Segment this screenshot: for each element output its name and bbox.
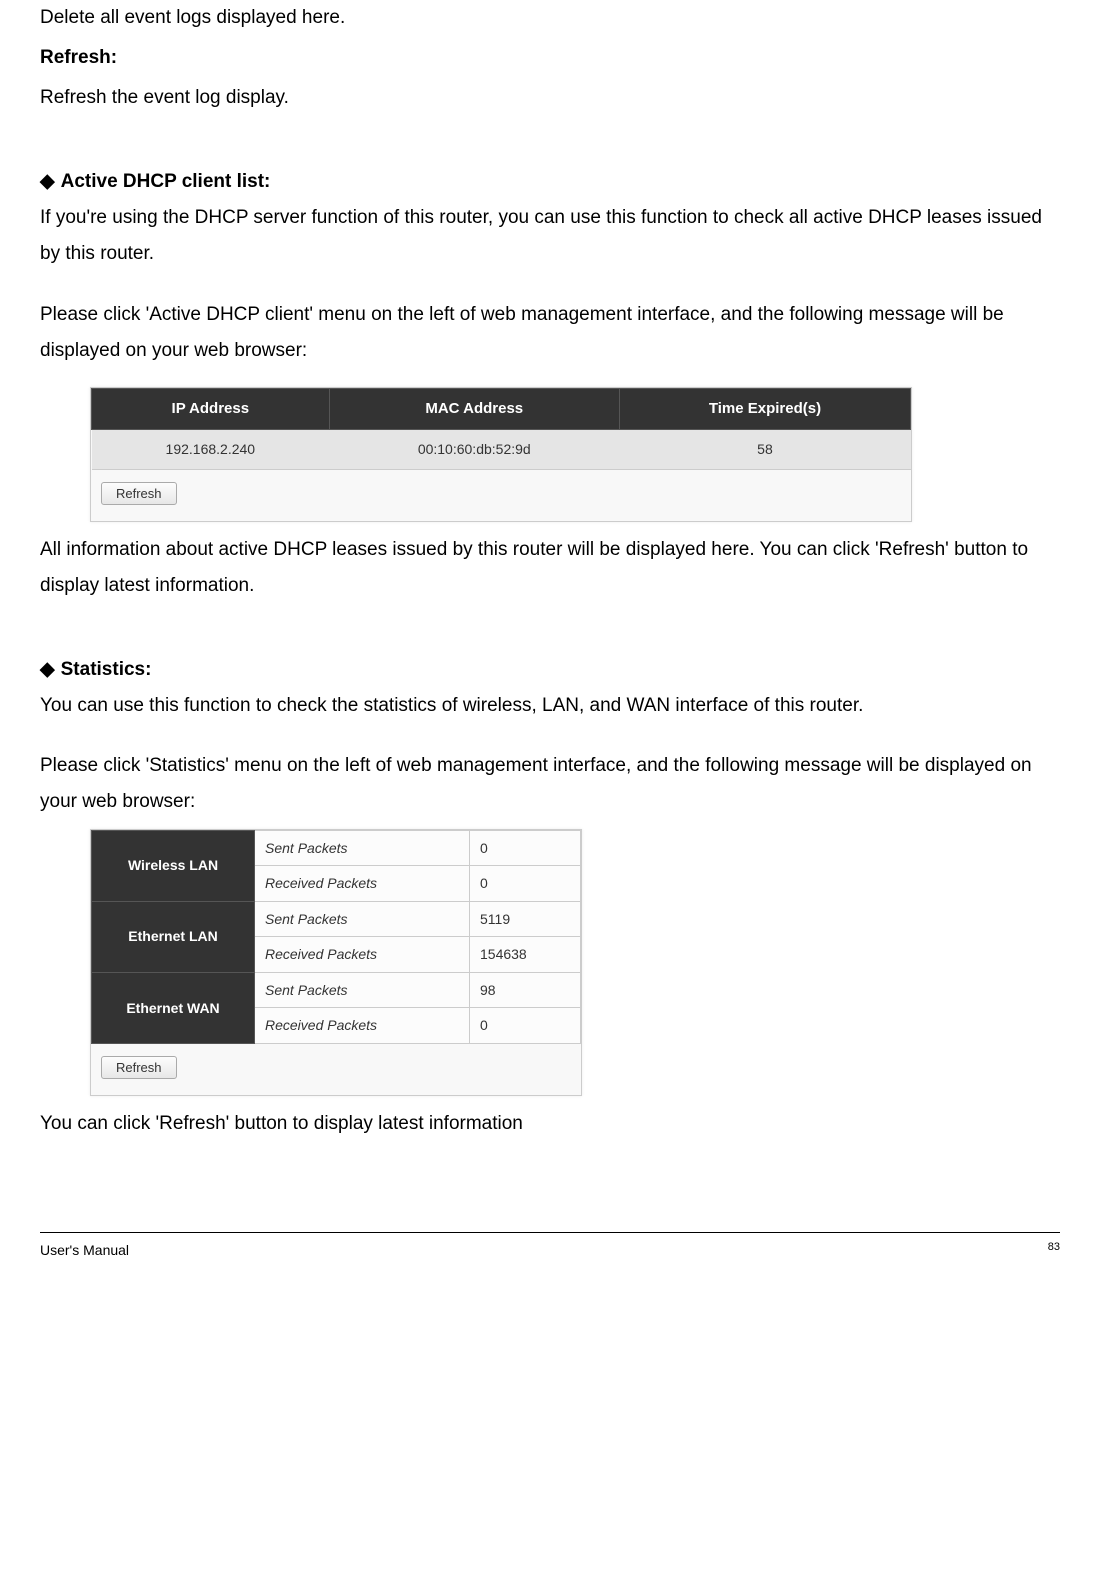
stats-row-elan-sent: Ethernet LAN Sent Packets 5119 bbox=[92, 901, 581, 937]
stats-metric-recv: Received Packets bbox=[255, 1008, 470, 1044]
footer-page-number: 83 bbox=[1048, 1237, 1060, 1264]
dhcp-table-header-row: IP Address MAC Address Time Expired(s) bbox=[92, 388, 911, 430]
stats-metric-recv: Received Packets bbox=[255, 866, 470, 902]
stats-row-wlan-sent: Wireless LAN Sent Packets 0 bbox=[92, 830, 581, 866]
dhcp-para-2: Please click 'Active DHCP client' menu o… bbox=[40, 297, 1060, 369]
dhcp-cell-ip: 192.168.2.240 bbox=[92, 430, 330, 470]
dhcp-screenshot: IP Address MAC Address Time Expired(s) 1… bbox=[90, 387, 912, 522]
stats-para-1: You can use this function to check the s… bbox=[40, 688, 1060, 724]
dhcp-header-time: Time Expired(s) bbox=[619, 388, 910, 430]
stats-heading-text: Statistics: bbox=[61, 659, 152, 680]
dhcp-cell-mac: 00:10:60:db:52:9d bbox=[329, 430, 619, 470]
dhcp-cell-time: 58 bbox=[619, 430, 910, 470]
stats-val-ewan-sent: 98 bbox=[470, 972, 581, 1008]
diamond-bullet-icon: ◆ bbox=[40, 652, 55, 688]
dhcp-para-1: If you're using the DHCP server function… bbox=[40, 200, 1060, 272]
dhcp-table-row: 192.168.2.240 00:10:60:db:52:9d 58 bbox=[92, 430, 911, 470]
stats-para-3: You can click 'Refresh' button to displa… bbox=[40, 1106, 1060, 1142]
stats-val-wlan-sent: 0 bbox=[470, 830, 581, 866]
diamond-bullet-icon: ◆ bbox=[40, 164, 55, 200]
dhcp-table: IP Address MAC Address Time Expired(s) 1… bbox=[91, 388, 911, 470]
dhcp-para-3: All information about active DHCP leases… bbox=[40, 532, 1060, 604]
dhcp-header-ip: IP Address bbox=[92, 388, 330, 430]
stats-val-ewan-recv: 0 bbox=[470, 1008, 581, 1044]
stats-refresh-button[interactable]: Refresh bbox=[101, 1056, 177, 1079]
footer-title: User's Manual bbox=[40, 1237, 129, 1264]
page-footer: User's Manual 83 bbox=[40, 1232, 1060, 1284]
stats-metric-sent: Sent Packets bbox=[255, 972, 470, 1008]
refresh-desc-text: Refresh the event log display. bbox=[40, 80, 1060, 116]
stats-section-heading: ◆ Statistics: bbox=[40, 652, 1060, 688]
stats-val-elan-recv: 154638 bbox=[470, 937, 581, 973]
stats-metric-sent: Sent Packets bbox=[255, 901, 470, 937]
dhcp-header-mac: MAC Address bbox=[329, 388, 619, 430]
stats-screenshot: Wireless LAN Sent Packets 0 Received Pac… bbox=[90, 829, 582, 1097]
stats-row-ewan-sent: Ethernet WAN Sent Packets 98 bbox=[92, 972, 581, 1008]
dhcp-refresh-button[interactable]: Refresh bbox=[101, 482, 177, 505]
stats-para-2: Please click 'Statistics' menu on the le… bbox=[40, 748, 1060, 820]
dhcp-section-heading: ◆ Active DHCP client list: bbox=[40, 164, 1060, 200]
delete-logs-text: Delete all event logs displayed here. bbox=[40, 0, 1060, 36]
stats-table: Wireless LAN Sent Packets 0 Received Pac… bbox=[91, 830, 581, 1045]
stats-iface-ewan: Ethernet WAN bbox=[92, 972, 255, 1043]
stats-val-elan-sent: 5119 bbox=[470, 901, 581, 937]
refresh-heading: Refresh: bbox=[40, 40, 1060, 76]
stats-iface-wlan: Wireless LAN bbox=[92, 830, 255, 901]
stats-val-wlan-recv: 0 bbox=[470, 866, 581, 902]
dhcp-heading-text: Active DHCP client list: bbox=[61, 171, 271, 192]
stats-iface-elan: Ethernet LAN bbox=[92, 901, 255, 972]
stats-metric-recv: Received Packets bbox=[255, 937, 470, 973]
stats-metric-sent: Sent Packets bbox=[255, 830, 470, 866]
